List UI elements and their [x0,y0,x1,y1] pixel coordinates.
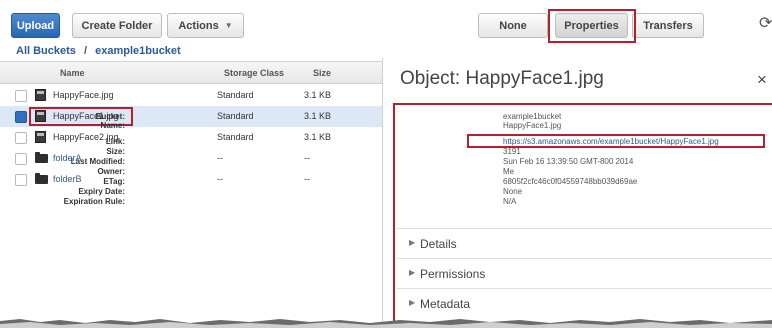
row-checkbox[interactable] [15,153,27,165]
row-size: -- [304,153,310,163]
row-size: 3.1 KB [304,90,332,100]
folder-icon [35,173,48,184]
breadcrumb: All Buckets / example1bucket [16,45,181,57]
property-key: Size: [106,147,125,156]
table-row[interactable]: HappyFace2.jpg Standard 3.1 KB [0,127,382,148]
properties-highlight-box [548,9,636,43]
row-storage-class: -- [217,153,223,163]
none-view-button[interactable]: None [478,13,548,38]
row-storage-class: Standard [217,90,254,100]
actions-dropdown-button[interactable]: Actions ▼ [167,13,244,38]
property-key: Expiration Rule: [63,197,125,206]
pane-divider[interactable] [382,58,383,328]
table-row[interactable]: folderA -- -- [0,148,382,169]
row-name[interactable]: folderB [53,174,82,184]
row-size: 3.1 KB [304,111,332,121]
table-header: Name Storage Class Size [0,62,382,84]
column-header-size[interactable]: Size [313,68,331,78]
refresh-icon[interactable]: ⟳ [759,16,772,32]
property-key: Expiry Date: [78,187,125,196]
chevron-down-icon: ▼ [224,21,233,30]
row-storage-class: Standard [217,132,254,142]
table-row[interactable]: HappyFace.jpg Standard 3.1 KB [0,85,382,106]
upload-button[interactable]: Upload [11,13,60,38]
breadcrumb-separator: / [83,45,88,57]
property-key: ETag: [103,177,125,186]
file-icon [35,131,46,143]
property-key: Name: [100,121,125,130]
properties-panel-highlight-box [393,103,772,328]
s3-console-window: Upload Create Folder Actions ▼ None Prop… [0,0,772,328]
table-row[interactable]: folderB -- -- [0,169,382,190]
row-storage-class: -- [217,174,223,184]
transfers-view-button[interactable]: Transfers [632,13,704,38]
property-key: Last Modified: [70,157,125,166]
row-name[interactable]: HappyFace.jpg [53,90,114,100]
column-header-name[interactable]: Name [60,68,85,78]
object-title: Object: HappyFace1.jpg [400,68,604,89]
row-checkbox[interactable] [15,132,27,144]
row-checkbox[interactable] [15,90,27,102]
breadcrumb-all-buckets[interactable]: All Buckets [16,45,76,57]
folder-icon [35,152,48,163]
property-key: Link: [105,137,125,146]
row-storage-class: Standard [217,111,254,121]
actions-label: Actions [178,19,219,32]
property-key: Owner: [97,167,125,176]
create-folder-button[interactable]: Create Folder [72,13,162,38]
row-size: -- [304,174,310,184]
row-size: 3.1 KB [304,132,332,142]
row-checkbox[interactable] [15,174,27,186]
close-icon[interactable]: × [757,70,767,90]
file-icon [35,89,46,101]
object-list: Name Storage Class Size HappyFace.jpg St… [0,61,382,328]
toolbar: Upload Create Folder Actions ▼ None Prop… [0,0,772,43]
breadcrumb-bucket[interactable]: example1bucket [95,45,181,57]
column-header-storage-class[interactable]: Storage Class [224,68,284,78]
row-checkbox[interactable] [15,111,27,123]
torn-edge [0,319,772,328]
